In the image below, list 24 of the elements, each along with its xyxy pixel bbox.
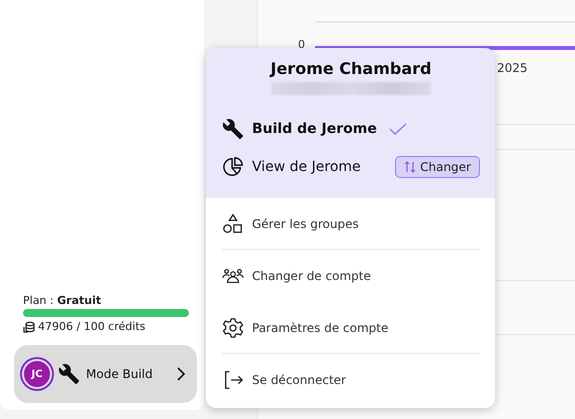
menu-item[interactable]: Changer de compte <box>222 250 479 302</box>
menu-item[interactable]: Se déconnecter <box>222 354 479 406</box>
mode-button[interactable]: JC Mode Build <box>14 345 197 403</box>
pie-chart-icon <box>222 156 244 178</box>
swap-icon <box>404 160 416 173</box>
logout-icon <box>222 369 244 391</box>
workspace-item[interactable]: Build de Jerome <box>222 109 480 148</box>
switch-button[interactable]: Changer <box>395 156 480 178</box>
credits-text: 47906 / 100 crédits <box>38 320 146 333</box>
wrench-icon <box>58 363 80 385</box>
plan-label: Plan : Gratuit <box>23 294 102 307</box>
settings-icon <box>222 316 244 338</box>
check-icon <box>388 122 407 135</box>
shapes-icon <box>222 212 244 234</box>
axis-tick-label: 0 <box>298 38 305 51</box>
avatar: JC <box>22 359 52 389</box>
menu-item[interactable]: Paramètres de compte <box>222 302 479 354</box>
menu-item[interactable]: Gérer les groupes <box>222 198 479 250</box>
axis-date-label: 2025 <box>497 61 528 75</box>
user-name: Jerome Chambard <box>268 59 432 78</box>
coins-icon <box>23 320 35 332</box>
wrench-icon <box>222 118 244 140</box>
chevron-right-icon <box>175 367 187 381</box>
workspace-item[interactable]: View de Jerome Changer <box>222 148 480 186</box>
